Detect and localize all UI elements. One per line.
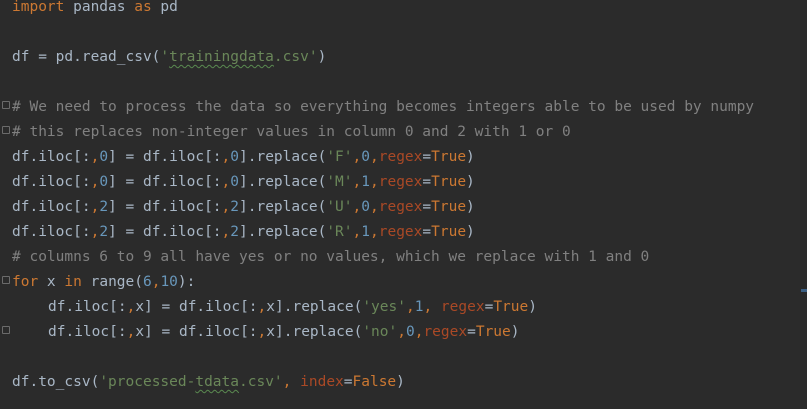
code-line-3[interactable]: # We need to process the data so everyth… <box>12 95 754 120</box>
fold-marker-icon[interactable] <box>2 126 10 134</box>
spelling-warning: trainingdata <box>169 49 274 65</box>
spelling-warning: tdata <box>195 374 239 390</box>
code-line-12[interactable]: df.iloc[:,x] = df.iloc[:,x].replace('no'… <box>12 320 520 345</box>
code-line-2[interactable]: df = pd.read_csv('trainingdata.csv') <box>12 45 326 70</box>
code-line-11[interactable]: df.iloc[:,x] = df.iloc[:,x].replace('yes… <box>12 295 537 320</box>
code-line-6[interactable]: df.iloc[:,0] = df.iloc[:,0].replace('M',… <box>12 170 475 195</box>
code-line-1[interactable]: import pandas as pd <box>12 0 178 20</box>
code-line-13[interactable]: df.to_csv('processed-tdata.csv', index=F… <box>12 370 405 395</box>
fold-end-marker-icon[interactable] <box>2 326 10 334</box>
fold-marker-icon[interactable] <box>2 276 10 284</box>
code-line-10[interactable]: for x in range(6,10): <box>12 270 195 295</box>
code-editor[interactable]: import pandas as pd df = pd.read_csv('tr… <box>0 0 807 409</box>
code-line-8[interactable]: df.iloc[:,2] = df.iloc[:,2].replace('R',… <box>12 220 475 245</box>
code-line-5[interactable]: df.iloc[:,0] = df.iloc[:,0].replace('F',… <box>12 145 475 170</box>
scrollbar-marker[interactable] <box>801 289 807 292</box>
fold-marker-icon[interactable] <box>2 101 10 109</box>
code-line-9[interactable]: # columns 6 to 9 all have yes or no valu… <box>12 245 649 270</box>
code-line-4[interactable]: # this replaces non-integer values in co… <box>12 120 571 145</box>
code-line-7[interactable]: df.iloc[:,2] = df.iloc[:,2].replace('U',… <box>12 195 475 220</box>
